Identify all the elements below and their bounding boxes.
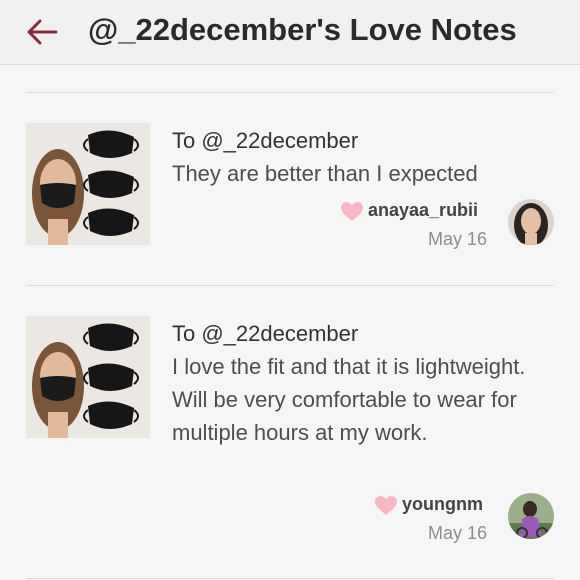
note-recipient: To @_22december xyxy=(172,128,359,153)
avatar[interactable] xyxy=(508,493,554,539)
note-message: I love the fit and that it is lightweigh… xyxy=(172,354,526,445)
divider xyxy=(26,92,554,93)
left-arrow-icon[interactable] xyxy=(26,18,58,46)
note-date: May 16 xyxy=(428,523,488,543)
heart-icon xyxy=(341,202,363,221)
header-bar: @_22december's Love Notes xyxy=(0,0,580,65)
note-author[interactable]: youngnm xyxy=(402,494,483,515)
heart-icon xyxy=(375,496,397,515)
divider xyxy=(26,578,554,579)
product-thumbnail[interactable] xyxy=(26,316,150,438)
product-thumbnail[interactable] xyxy=(26,123,150,245)
note-recipient: To @_22december xyxy=(172,321,359,346)
avatar[interactable] xyxy=(508,199,554,245)
note-date: May 16 xyxy=(428,229,488,249)
note-message: They are better than I expected xyxy=(172,161,478,186)
divider xyxy=(26,285,554,286)
page-title: @_22december's Love Notes xyxy=(88,12,517,47)
note-author[interactable]: anayaa_rubii xyxy=(368,200,478,221)
